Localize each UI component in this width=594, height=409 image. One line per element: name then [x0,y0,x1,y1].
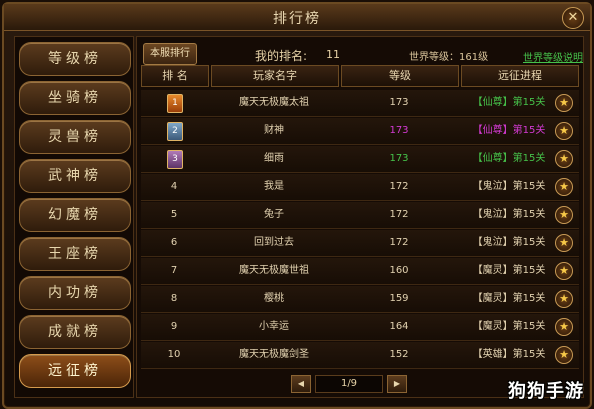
column-header-level: 等级 [341,65,459,87]
star-icon[interactable]: ★ [555,346,573,364]
player-name-cell: 细雨 [264,153,284,164]
sidebar-item-7[interactable]: 成就榜 [19,315,131,349]
level-cell: 172 [389,237,409,248]
table-header: 排 名 玩家名字 等级 远征进程 [141,65,579,87]
rank-cell: 1 [141,90,207,116]
star-icon[interactable]: ★ [555,150,573,168]
tab-server-ranking[interactable]: 本服排行 [143,43,197,65]
my-rank-value: 11 [326,48,340,61]
expedition-progress-cell: 【鬼泣】第15关 [472,237,546,248]
rank-medal-icon: 1 [167,94,183,113]
ranking-category-sidebar: 等级榜坐骑榜灵兽榜武神榜幻魔榜王座榜内功榜成就榜远征榜 [14,36,134,398]
player-name-cell: 魔天无极魔世祖 [239,265,309,276]
column-header-name: 玩家名字 [211,65,339,87]
rank-cell: 7 [170,265,178,276]
level-cell: 173 [389,125,409,136]
column-header-rank: 排 名 [141,65,209,87]
level-cell: 172 [389,209,409,220]
level-cell: 160 [389,265,409,276]
rank-medal-icon: 3 [167,150,183,169]
expedition-progress-cell: 【魔灵】第15关 [472,293,546,304]
table-row[interactable]: 9 小幸运 164 【魔灵】第15关 ★ [141,314,579,341]
expedition-progress-cell: 【仙尊】第15关 [472,153,546,164]
rank-medal-icon: 2 [167,122,183,141]
expedition-progress-cell: 【仙尊】第15关 [472,125,546,136]
sidebar-item-3[interactable]: 武神榜 [19,159,131,193]
expedition-progress-cell: 【仙尊】第15关 [472,97,546,108]
expedition-progress-cell: 【鬼泣】第15关 [472,209,546,220]
window-title: 排行榜 [273,11,321,27]
title-bar: 排行榜 ✕ [4,4,590,31]
sidebar-item-2[interactable]: 灵兽榜 [19,120,131,154]
table-row[interactable]: 6 回到过去 172 【鬼泣】第15关 ★ [141,230,579,257]
expedition-progress-cell: 【英雄】第15关 [472,349,546,360]
pagination: ◀ 1/9 ▶ [291,375,431,393]
site-watermark: 狗狗手游 [508,381,584,402]
table-row[interactable]: 3 细雨 173 【仙尊】第15关 ★ [141,146,579,173]
rank-cell: 9 [170,321,178,332]
page-indicator: 1/9 [315,375,383,393]
level-cell: 172 [389,181,409,192]
star-icon[interactable]: ★ [555,206,573,224]
level-cell: 152 [389,349,409,360]
rank-cell: 6 [170,237,178,248]
rank-cell: 2 [141,118,207,144]
table-row[interactable]: 4 我是 172 【鬼泣】第15关 ★ [141,174,579,201]
level-cell: 164 [389,321,409,332]
expedition-progress-cell: 【魔灵】第15关 [472,265,546,276]
world-level-help-link[interactable]: 世界等级说明 [523,49,583,64]
my-rank-label: 我的排名: [255,49,308,63]
player-name-cell: 我是 [264,181,284,192]
table-row[interactable]: 10 魔天无极魔剑圣 152 【英雄】第15关 ★ [141,342,579,369]
ranking-main-panel: 本服排行 我的排名: 11 世界等级：161级 世界等级说明 排 名 玩家名字 … [136,36,584,398]
world-level-text: 世界等级：161级 [409,52,489,63]
rank-cell: 5 [170,209,178,220]
rank-cell: 4 [170,181,178,192]
sidebar-item-0[interactable]: 等级榜 [19,42,131,76]
expedition-progress-cell: 【魔灵】第15关 [472,321,546,332]
player-name-cell: 兔子 [264,209,284,220]
star-icon[interactable]: ★ [555,234,573,252]
star-icon[interactable]: ★ [555,122,573,140]
player-name-cell: 樱桃 [264,293,284,304]
table-row[interactable]: 1 魔天无极魔太祖 173 【仙尊】第15关 ★ [141,90,579,117]
player-name-cell: 小幸运 [259,321,289,332]
expedition-progress-cell: 【鬼泣】第15关 [472,181,546,192]
sidebar-item-5[interactable]: 王座榜 [19,237,131,271]
star-icon[interactable]: ★ [555,318,573,336]
level-cell: 159 [389,293,409,304]
sidebar-item-8[interactable]: 远征榜 [19,354,131,388]
rank-cell: 8 [170,293,178,304]
player-name-cell: 财神 [264,125,284,136]
table-row[interactable]: 8 樱桃 159 【魔灵】第15关 ★ [141,286,579,313]
level-cell: 173 [389,153,409,164]
column-header-progress: 远征进程 [461,65,579,87]
rank-cell: 10 [167,349,181,360]
player-name-cell: 回到过去 [254,237,294,248]
sidebar-item-4[interactable]: 幻魔榜 [19,198,131,232]
star-icon[interactable]: ★ [555,290,573,308]
table-row[interactable]: 5 兔子 172 【鬼泣】第15关 ★ [141,202,579,229]
table-row[interactable]: 2 财神 173 【仙尊】第15关 ★ [141,118,579,145]
player-name-cell: 魔天无极魔太祖 [239,97,309,108]
next-page-button[interactable]: ▶ [387,375,407,393]
ranking-window: 排行榜 ✕ 等级榜坐骑榜灵兽榜武神榜幻魔榜王座榜内功榜成就榜远征榜 本服排行 我… [2,2,592,409]
sidebar-item-1[interactable]: 坐骑榜 [19,81,131,115]
rank-cell: 3 [141,146,207,172]
table-row[interactable]: 7 魔天无极魔世祖 160 【魔灵】第15关 ★ [141,258,579,285]
player-name-cell: 魔天无极魔剑圣 [239,349,309,360]
star-icon[interactable]: ★ [555,94,573,112]
level-cell: 173 [389,97,409,108]
prev-page-button[interactable]: ◀ [291,375,311,393]
star-icon[interactable]: ★ [555,262,573,280]
sidebar-item-6[interactable]: 内功榜 [19,276,131,310]
star-icon[interactable]: ★ [555,178,573,196]
close-button[interactable]: ✕ [562,7,584,29]
